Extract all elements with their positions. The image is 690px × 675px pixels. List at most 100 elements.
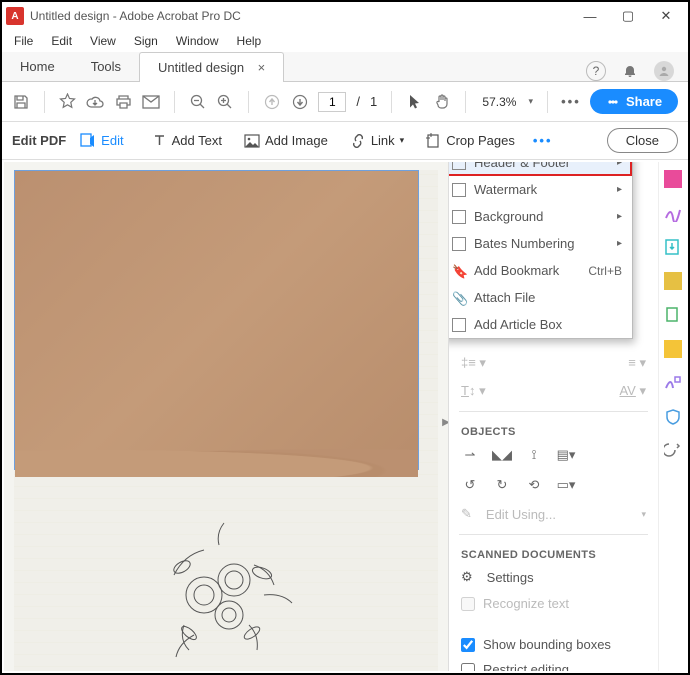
close-edit-button[interactable]: Close (607, 128, 678, 153)
share-button[interactable]: Share (590, 89, 678, 114)
edit-tool[interactable]: Edit (72, 129, 131, 153)
menubar: File Edit View Sign Window Help (2, 30, 688, 52)
share-icon (606, 95, 620, 109)
recognize-checkbox-input[interactable] (461, 597, 475, 611)
close-tab-icon[interactable]: × (258, 60, 266, 75)
zoom-in-icon[interactable] (216, 93, 234, 111)
link-tool[interactable]: Link▾ (342, 129, 412, 152)
bounding-checkbox-input[interactable] (461, 638, 475, 652)
zoom-select[interactable]: 57.3% (480, 95, 518, 109)
workarea: ▶ YOUR EYES LIGHT UP WHEN ▶ (4, 162, 686, 671)
app-icon: A (6, 7, 24, 25)
objects-row1: ⇀ ◣◢ ⟟ ▤▾ (449, 440, 658, 470)
menu-sign[interactable]: Sign (126, 32, 166, 50)
image-icon (244, 134, 260, 148)
bookmark-icon: 🔖 (452, 264, 466, 278)
texture-image[interactable] (14, 170, 419, 470)
arrange-icon[interactable]: ▤▾ (557, 446, 575, 464)
user-avatar[interactable] (654, 61, 674, 81)
sidebar-fill-icon[interactable] (664, 374, 682, 392)
prev-page-icon[interactable] (263, 93, 281, 111)
submenu-bookmark[interactable]: 🔖Add BookmarkCtrl+B (448, 257, 632, 284)
bounding-boxes-checkbox[interactable]: Show bounding boxes (449, 632, 658, 657)
sidebar-export-icon[interactable] (664, 238, 682, 256)
sidebar-protect-icon[interactable] (664, 408, 682, 426)
titlebar: A Untitled design - Adobe Acrobat Pro DC… (2, 2, 688, 30)
rotate-ccw-icon[interactable]: ↺ (461, 476, 479, 494)
sidebar-comment-icon[interactable] (664, 340, 682, 358)
edit-pdf-toolbar: Edit PDF Edit Add Text Add Image Link▾ C… (2, 122, 688, 160)
sidebar-organize-icon[interactable] (664, 272, 682, 290)
close-window-button[interactable]: ✕ (656, 6, 676, 26)
sidebar-sign-icon[interactable] (664, 204, 682, 222)
objects-row2: ↺ ↻ ⟲ ▭▾ (449, 470, 658, 500)
flip-h-icon[interactable]: ⇀ (461, 446, 479, 464)
tab-document[interactable]: Untitled design × (139, 52, 284, 82)
more-edit-tools[interactable]: ••• (529, 129, 557, 152)
menu-window[interactable]: Window (168, 32, 227, 50)
align-obj-icon[interactable]: ▭▾ (557, 476, 575, 494)
page-total: 1 (370, 94, 377, 109)
document-page[interactable]: YOUR EYES LIGHT UP WHEN (14, 170, 438, 671)
sidebar-more-icon[interactable] (664, 442, 682, 460)
menu-edit[interactable]: Edit (43, 32, 80, 50)
crop-obj-icon[interactable]: ⟟ (525, 446, 543, 464)
page-number-input[interactable] (318, 92, 346, 112)
add-image-tool[interactable]: Add Image (236, 129, 336, 152)
objects-heading: OBJECTS (449, 418, 658, 440)
document-text[interactable]: YOUR EYES LIGHT UP WHEN (109, 668, 388, 671)
tab-home[interactable]: Home (2, 52, 73, 81)
cloud-icon[interactable] (86, 93, 104, 111)
rotate-cw-icon[interactable]: ↻ (493, 476, 511, 494)
submenu-bates[interactable]: Bates Numbering▸ (448, 230, 632, 257)
maximize-button[interactable]: ▢ (618, 6, 638, 26)
restrict-checkbox-input[interactable] (461, 663, 475, 672)
mail-icon[interactable] (142, 93, 160, 111)
share-label: Share (626, 94, 662, 109)
submenu-attach[interactable]: 📎Attach File (448, 284, 632, 311)
submenu-header-footer[interactable]: Header & Footer▸ (448, 162, 632, 176)
print-icon[interactable] (114, 93, 132, 111)
page-area[interactable]: YOUR EYES LIGHT UP WHEN (4, 162, 448, 671)
save-icon[interactable] (12, 93, 30, 111)
menu-view[interactable]: View (82, 32, 124, 50)
page-separator: / (356, 94, 360, 109)
bell-icon[interactable] (622, 63, 638, 79)
background-icon (452, 210, 466, 224)
crop-icon (426, 133, 441, 149)
edit-using-row[interactable]: ✎ Edit Using...▾ (449, 500, 658, 528)
submenu-article[interactable]: Add Article Box (448, 311, 632, 338)
attach-icon: 📎 (452, 291, 466, 305)
link-icon (350, 134, 366, 148)
watermark-icon (452, 183, 466, 197)
help-icon[interactable]: ? (586, 61, 606, 81)
add-text-tool[interactable]: Add Text (144, 129, 230, 152)
more-tools-icon[interactable]: ••• (562, 93, 580, 111)
zoom-chevron-icon[interactable]: ▾ (528, 96, 533, 107)
menu-file[interactable]: File (6, 32, 41, 50)
sidebar-pink-icon[interactable] (664, 170, 682, 188)
menu-help[interactable]: Help (229, 32, 270, 50)
tabbar: Home Tools Untitled design × ? (2, 52, 688, 82)
replace-icon[interactable]: ⟲ (525, 476, 543, 494)
mirror-icon[interactable]: ◣◢ (493, 446, 511, 464)
spacing-row: ‡≡ ▾≡ ▾ (449, 349, 658, 377)
next-page-icon[interactable] (291, 93, 309, 111)
settings-row[interactable]: ⚙ Settings (449, 563, 658, 591)
zoom-out-icon[interactable] (189, 93, 207, 111)
tab-document-label: Untitled design (158, 60, 244, 75)
restrict-editing-checkbox[interactable]: Restrict editing (449, 657, 658, 671)
submenu-background[interactable]: Background▸ (448, 203, 632, 230)
minimize-button[interactable]: ― (580, 6, 600, 26)
edit-pdf-label: Edit PDF (12, 133, 66, 148)
submenu-watermark[interactable]: Watermark▸ (448, 176, 632, 203)
hand-icon[interactable] (434, 93, 452, 111)
recognize-text-checkbox[interactable]: Recognize text (449, 591, 658, 616)
crop-pages-tool[interactable]: Crop Pages (418, 129, 523, 153)
pointer-icon[interactable] (406, 93, 424, 111)
gear-icon: ⚙ (461, 569, 473, 585)
tab-tools[interactable]: Tools (73, 52, 139, 81)
star-icon[interactable] (59, 93, 77, 111)
main-toolbar: / 1 57.3% ▾ ••• Share (2, 82, 688, 122)
sidebar-page-icon[interactable] (664, 306, 682, 324)
